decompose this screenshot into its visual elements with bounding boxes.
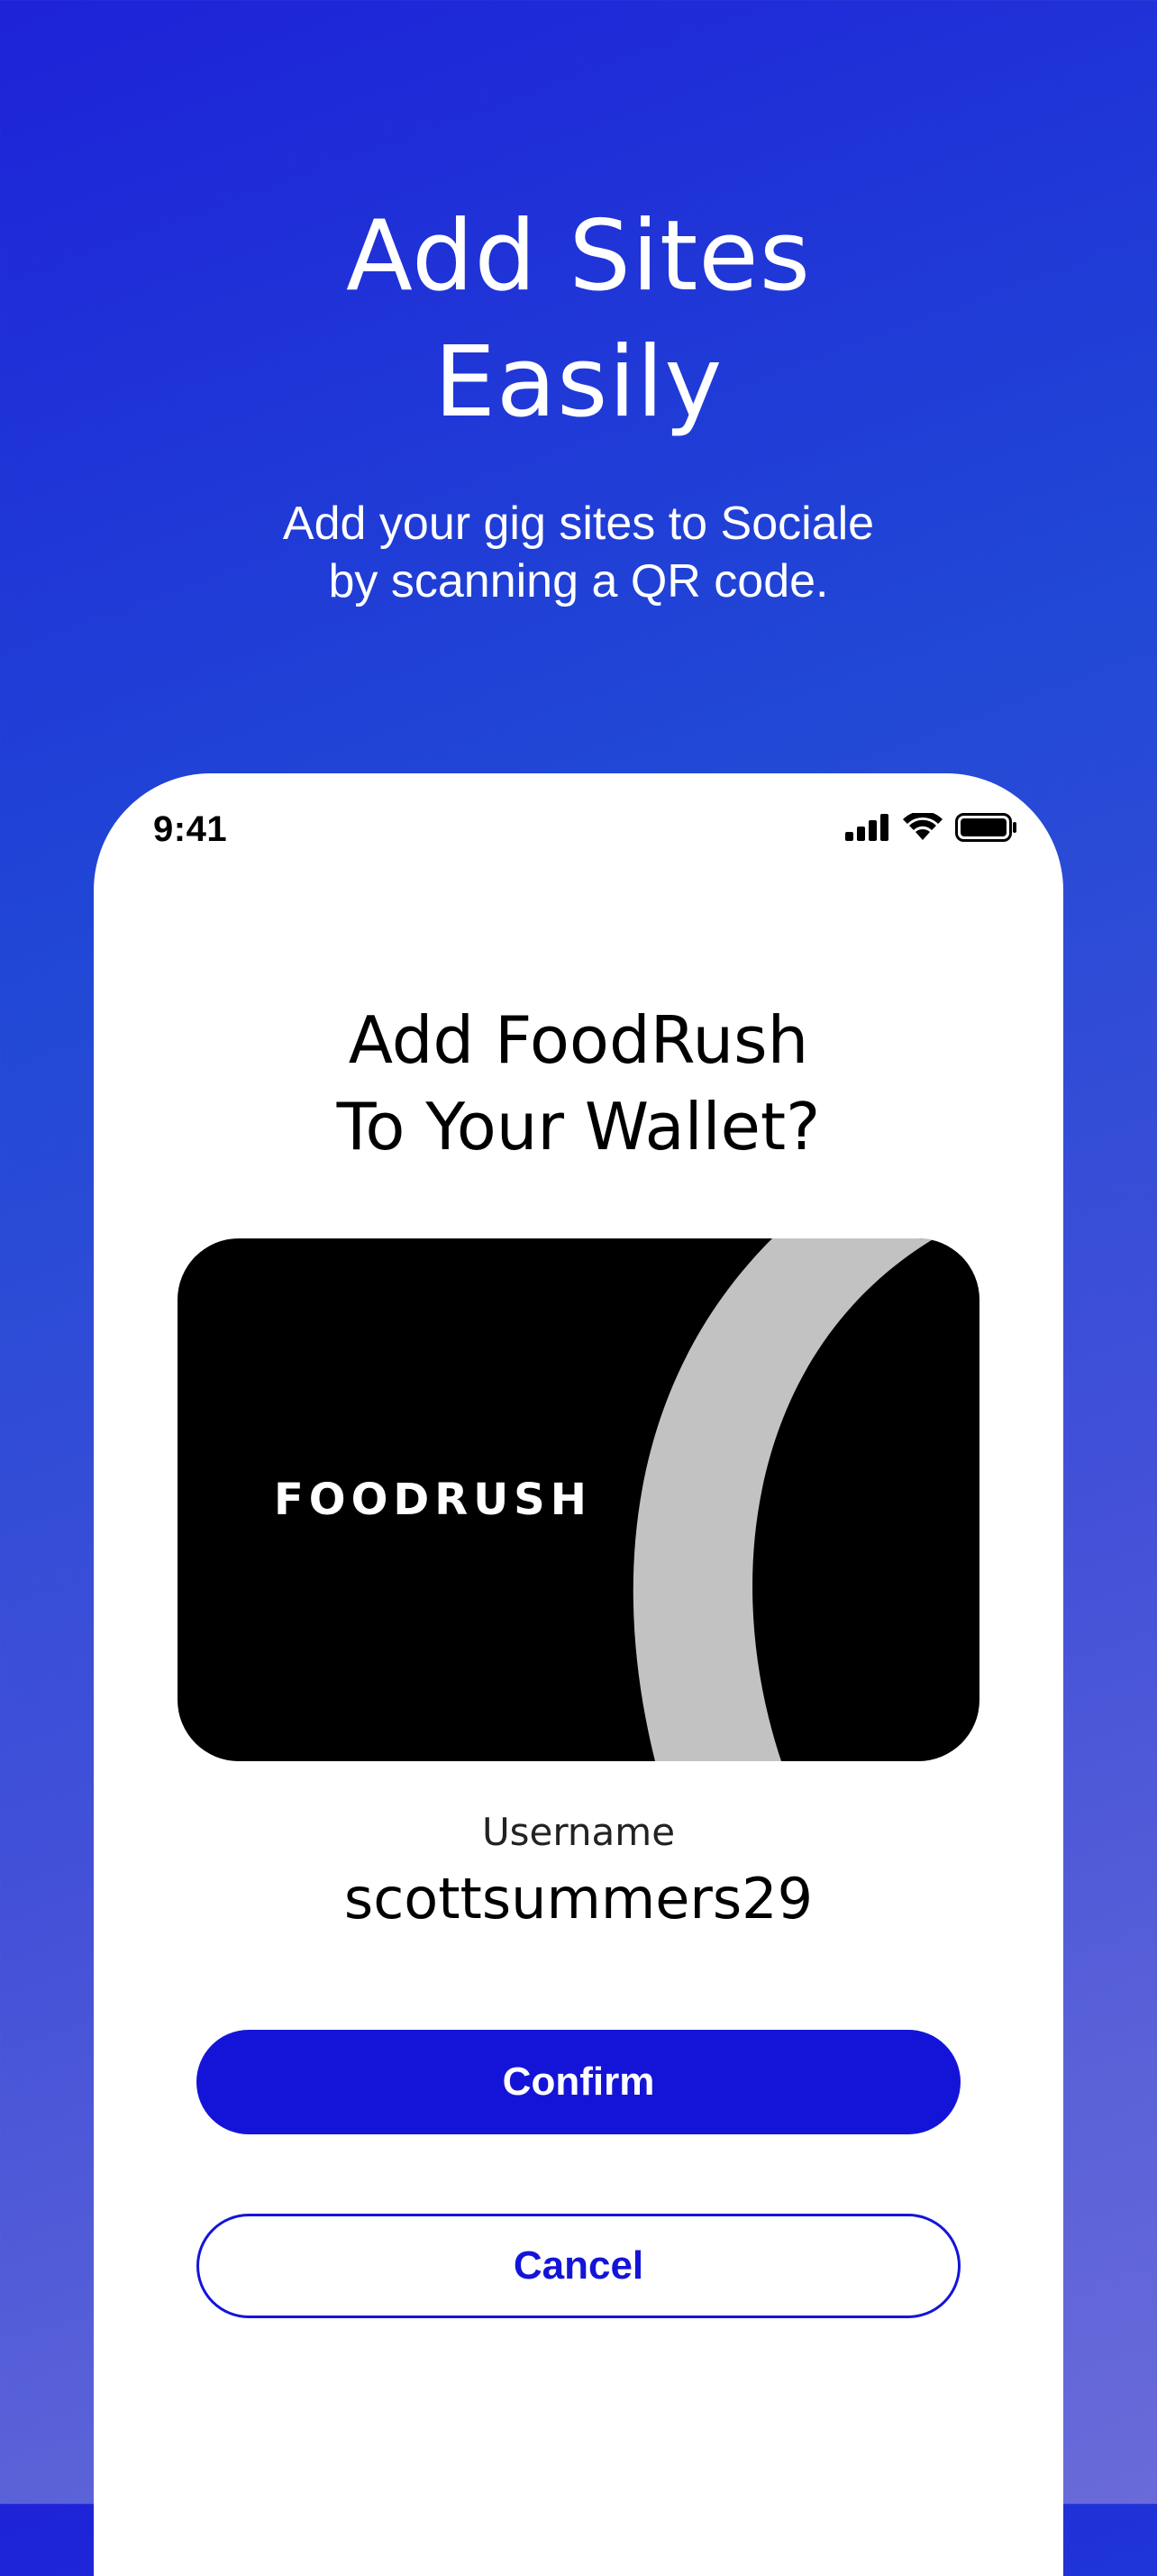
hero-title-line-1: Add Sites [345, 200, 812, 313]
dialog-title-line-2: To Your Wallet? [336, 1089, 821, 1165]
battery-icon [955, 813, 1016, 842]
hero-title: Add Sites Easily [0, 194, 1157, 446]
username-value: scottsummers29 [343, 1866, 814, 1932]
dialog-title-line-1: Add FoodRush [348, 1002, 809, 1078]
dialog-title: Add FoodRush To Your Wallet? [94, 997, 1063, 1170]
card-brand-logo: FOODRUSH [274, 1475, 592, 1525]
phone-mockup: 9:41 Add FoodRush To Your Wallet? FOODRU… [94, 773, 1063, 2576]
hero-title-line-2: Easily [433, 326, 724, 439]
confirm-button[interactable]: Confirm [196, 2030, 961, 2134]
cellular-signal-icon [845, 814, 888, 841]
status-time: 9:41 [153, 809, 228, 849]
hero-section: Add Sites Easily Add your gig sites to S… [0, 194, 1157, 610]
wifi-icon [903, 813, 943, 840]
status-icons [845, 813, 1018, 842]
status-bar: 9:41 [94, 773, 1063, 891]
username-label: Username [481, 1810, 676, 1854]
cancel-button[interactable]: Cancel [196, 2214, 961, 2318]
hero-subtitle: Add your gig sites to Sociale by scannin… [236, 495, 921, 610]
wallet-card: FOODRUSH [178, 1238, 979, 1761]
hero-subtitle-line-2: by scanning a QR code. [328, 555, 829, 607]
hero-subtitle-line-1: Add your gig sites to Sociale [282, 498, 875, 550]
